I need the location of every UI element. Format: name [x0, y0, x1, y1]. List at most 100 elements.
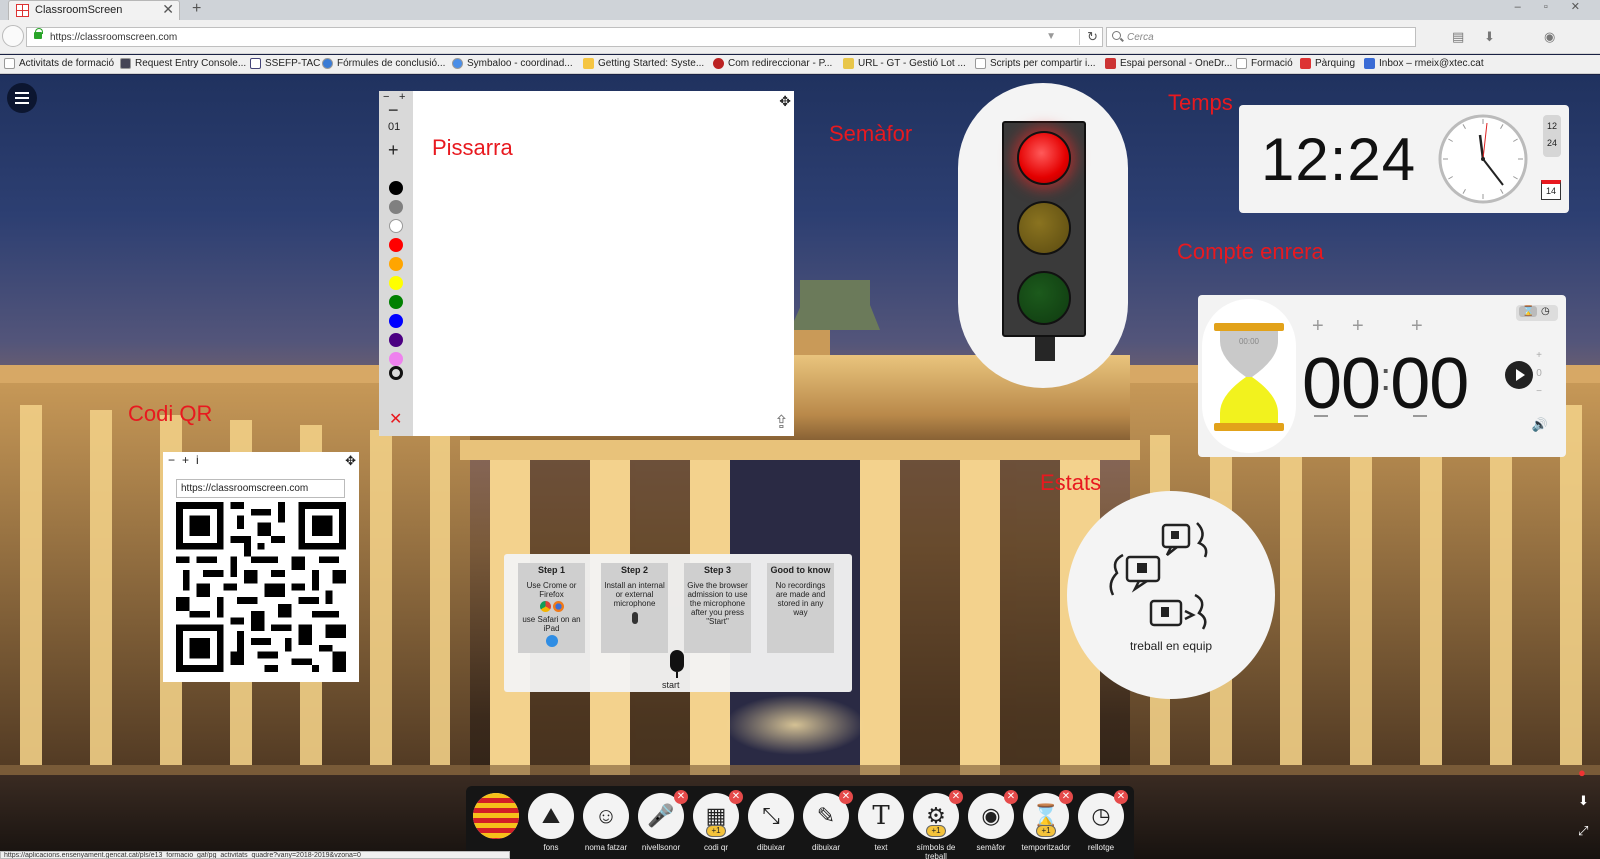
qr-url-input[interactable]: https://classroomscreen.com	[176, 479, 345, 498]
microphone-icon[interactable]	[670, 650, 684, 678]
bookmark-item[interactable]: Espai personal - OneDr...	[1105, 58, 1232, 69]
qr-grow-button[interactable]: +	[182, 453, 196, 467]
remove-widget-icon[interactable]: ✕	[1059, 790, 1073, 804]
eraser-button[interactable]	[389, 366, 403, 380]
search-input[interactable]: Cerca	[1106, 27, 1416, 47]
address-url[interactable]: https://classroomscreen.com	[50, 32, 177, 43]
remove-widget-icon[interactable]: ✕	[729, 790, 743, 804]
fullscreen-icon[interactable]: ⤢	[1578, 823, 1588, 839]
pen-color-swatch[interactable]	[389, 295, 403, 309]
minutes-ones-up-button[interactable]: +	[1352, 315, 1364, 338]
red-lamp[interactable]	[1017, 131, 1071, 185]
history-dropdown-icon[interactable]: ▼	[1046, 31, 1056, 42]
minutes-tens-up-button[interactable]: +	[1312, 315, 1324, 338]
dock-tool-button[interactable]: ☺	[583, 793, 629, 839]
seconds-up-button[interactable]: +	[1411, 315, 1423, 338]
dock-tool-button[interactable]: ⛰	[528, 793, 574, 839]
label-pissarra: Pissarra	[432, 135, 513, 160]
pen-color-swatch[interactable]	[389, 200, 403, 214]
bookmark-item[interactable]: Formació	[1236, 58, 1293, 69]
timer-add-button[interactable]: +	[1536, 347, 1542, 365]
timer-subtract-button[interactable]: −	[1536, 383, 1542, 401]
pen-color-swatch[interactable]	[389, 314, 403, 328]
qr-info-button[interactable]: i	[196, 453, 206, 467]
qr-shrink-button[interactable]: −	[168, 453, 182, 467]
bookmark-item[interactable]: Fórmules de conclusió...	[322, 58, 445, 69]
add-instance-badge[interactable]: +1	[706, 825, 726, 837]
bookmark-item[interactable]: SSEFP-TAC	[250, 58, 320, 69]
window-controls[interactable]: – ▫ ✕	[1515, 0, 1590, 13]
remove-widget-icon[interactable]: ✕	[1004, 790, 1018, 804]
work-symbol-widget[interactable]: treball en equip	[1067, 491, 1275, 699]
whiteboard-widget[interactable]: − + − 01 + ✕ ✥ ⇪ Pissarra	[379, 91, 794, 436]
redirect-icon	[713, 58, 724, 69]
format-12-option[interactable]: 12	[1543, 118, 1561, 135]
address-bar[interactable]: https://classroomscreen.com ▼ ↻	[26, 27, 1103, 47]
format-24-option[interactable]: 24	[1543, 135, 1561, 152]
bookmarks-menu-icon[interactable]: ▤	[1452, 29, 1466, 44]
seconds-down-button[interactable]	[1413, 415, 1427, 417]
stopwatch-mode-icon[interactable]: ◷	[1541, 306, 1550, 317]
bookmarks-bar: Activitats de formació Request Entry Con…	[0, 55, 1600, 74]
bookmark-item[interactable]: Request Entry Console...	[120, 58, 246, 69]
add-instance-badge[interactable]: +1	[1036, 825, 1056, 837]
bookmark-item[interactable]: Pàrquing	[1300, 58, 1355, 69]
bookmark-item[interactable]: Symbaloo - coordinad...	[452, 58, 573, 69]
dock-tool-button[interactable]: T	[858, 793, 904, 839]
pen-color-swatch[interactable]	[389, 276, 403, 290]
pen-color-swatch[interactable]	[389, 238, 403, 252]
remove-widget-icon[interactable]: ✕	[674, 790, 688, 804]
downloads-icon[interactable]: ⬇	[1484, 29, 1498, 44]
whiteboard-grow-button[interactable]: +	[399, 91, 405, 103]
bookmark-item[interactable]: Inbox – rmeix@xtec.cat	[1364, 58, 1484, 69]
calendar-icon[interactable]: 14	[1541, 180, 1561, 200]
step-text-secondary: use Safari on an iPad	[522, 615, 581, 633]
hourglass-icon: 00:00	[1214, 323, 1284, 431]
browser-tab[interactable]: ClassroomScreen ✕	[8, 0, 180, 20]
pen-size-increase-button[interactable]: +	[388, 141, 399, 159]
bookmark-item[interactable]: Activitats de formació	[4, 58, 114, 69]
yellow-lamp[interactable]	[1017, 201, 1071, 255]
tab-close-icon[interactable]: ✕	[162, 1, 174, 18]
add-instance-badge[interactable]: +1	[926, 825, 946, 837]
upload-icon[interactable]: ⇪	[774, 412, 789, 433]
traffic-indicator-icon[interactable]: ●	[1578, 765, 1586, 780]
tab-title: ClassroomScreen	[35, 4, 123, 16]
pen-size-decrease-button[interactable]: −	[388, 101, 399, 119]
main-menu-button[interactable]	[7, 83, 37, 113]
download-icon[interactable]: ⬇	[1578, 793, 1589, 809]
reload-icon[interactable]: ↻	[1079, 29, 1098, 45]
bookmark-item[interactable]: Getting Started: Syste...	[583, 58, 704, 69]
remove-widget-icon[interactable]: ✕	[949, 790, 963, 804]
hourglass-panel: 00:00	[1202, 299, 1296, 453]
bookmark-item[interactable]: Scripts per compartir i...	[975, 58, 1096, 69]
whiteboard-clear-button[interactable]: ✕	[389, 409, 402, 429]
chat-icon[interactable]: ◉	[1544, 29, 1558, 44]
hourglass-mode-icon[interactable]: ⌛	[1519, 306, 1538, 317]
new-tab-button[interactable]: +	[192, 0, 201, 18]
bookmark-item[interactable]: Com redireccionar - P...	[713, 58, 832, 69]
step-text: Install an internal or external micropho…	[604, 581, 665, 608]
bookmark-item[interactable]: URL - GT - Gestió Lot ...	[843, 58, 966, 69]
folder-icon	[4, 58, 15, 69]
pen-color-swatch[interactable]	[389, 181, 403, 195]
green-lamp[interactable]	[1017, 271, 1071, 325]
speaker-icon[interactable]: 🔊	[1532, 417, 1548, 433]
dock-tool-button[interactable]: ⤡	[748, 793, 794, 839]
minutes-tens-down-button[interactable]	[1314, 415, 1328, 417]
back-button[interactable]	[2, 25, 24, 47]
timer-play-button[interactable]	[1505, 361, 1533, 389]
pen-color-swatch[interactable]	[389, 352, 403, 366]
remove-widget-icon[interactable]: ✕	[839, 790, 853, 804]
move-handle-icon[interactable]: ✥	[779, 93, 791, 110]
move-handle-icon[interactable]: ✥	[345, 453, 356, 469]
random-name-icon: ☺	[594, 803, 618, 828]
start-button[interactable]: start	[662, 680, 680, 690]
dock-tool-button[interactable]	[473, 793, 519, 839]
clock-format-toggle[interactable]: 12 24	[1543, 115, 1561, 157]
pen-color-swatch[interactable]	[389, 333, 403, 347]
pen-color-swatch[interactable]	[389, 257, 403, 271]
remove-widget-icon[interactable]: ✕	[1114, 790, 1128, 804]
minutes-ones-down-button[interactable]	[1354, 415, 1368, 417]
pen-color-swatch[interactable]	[389, 219, 403, 233]
